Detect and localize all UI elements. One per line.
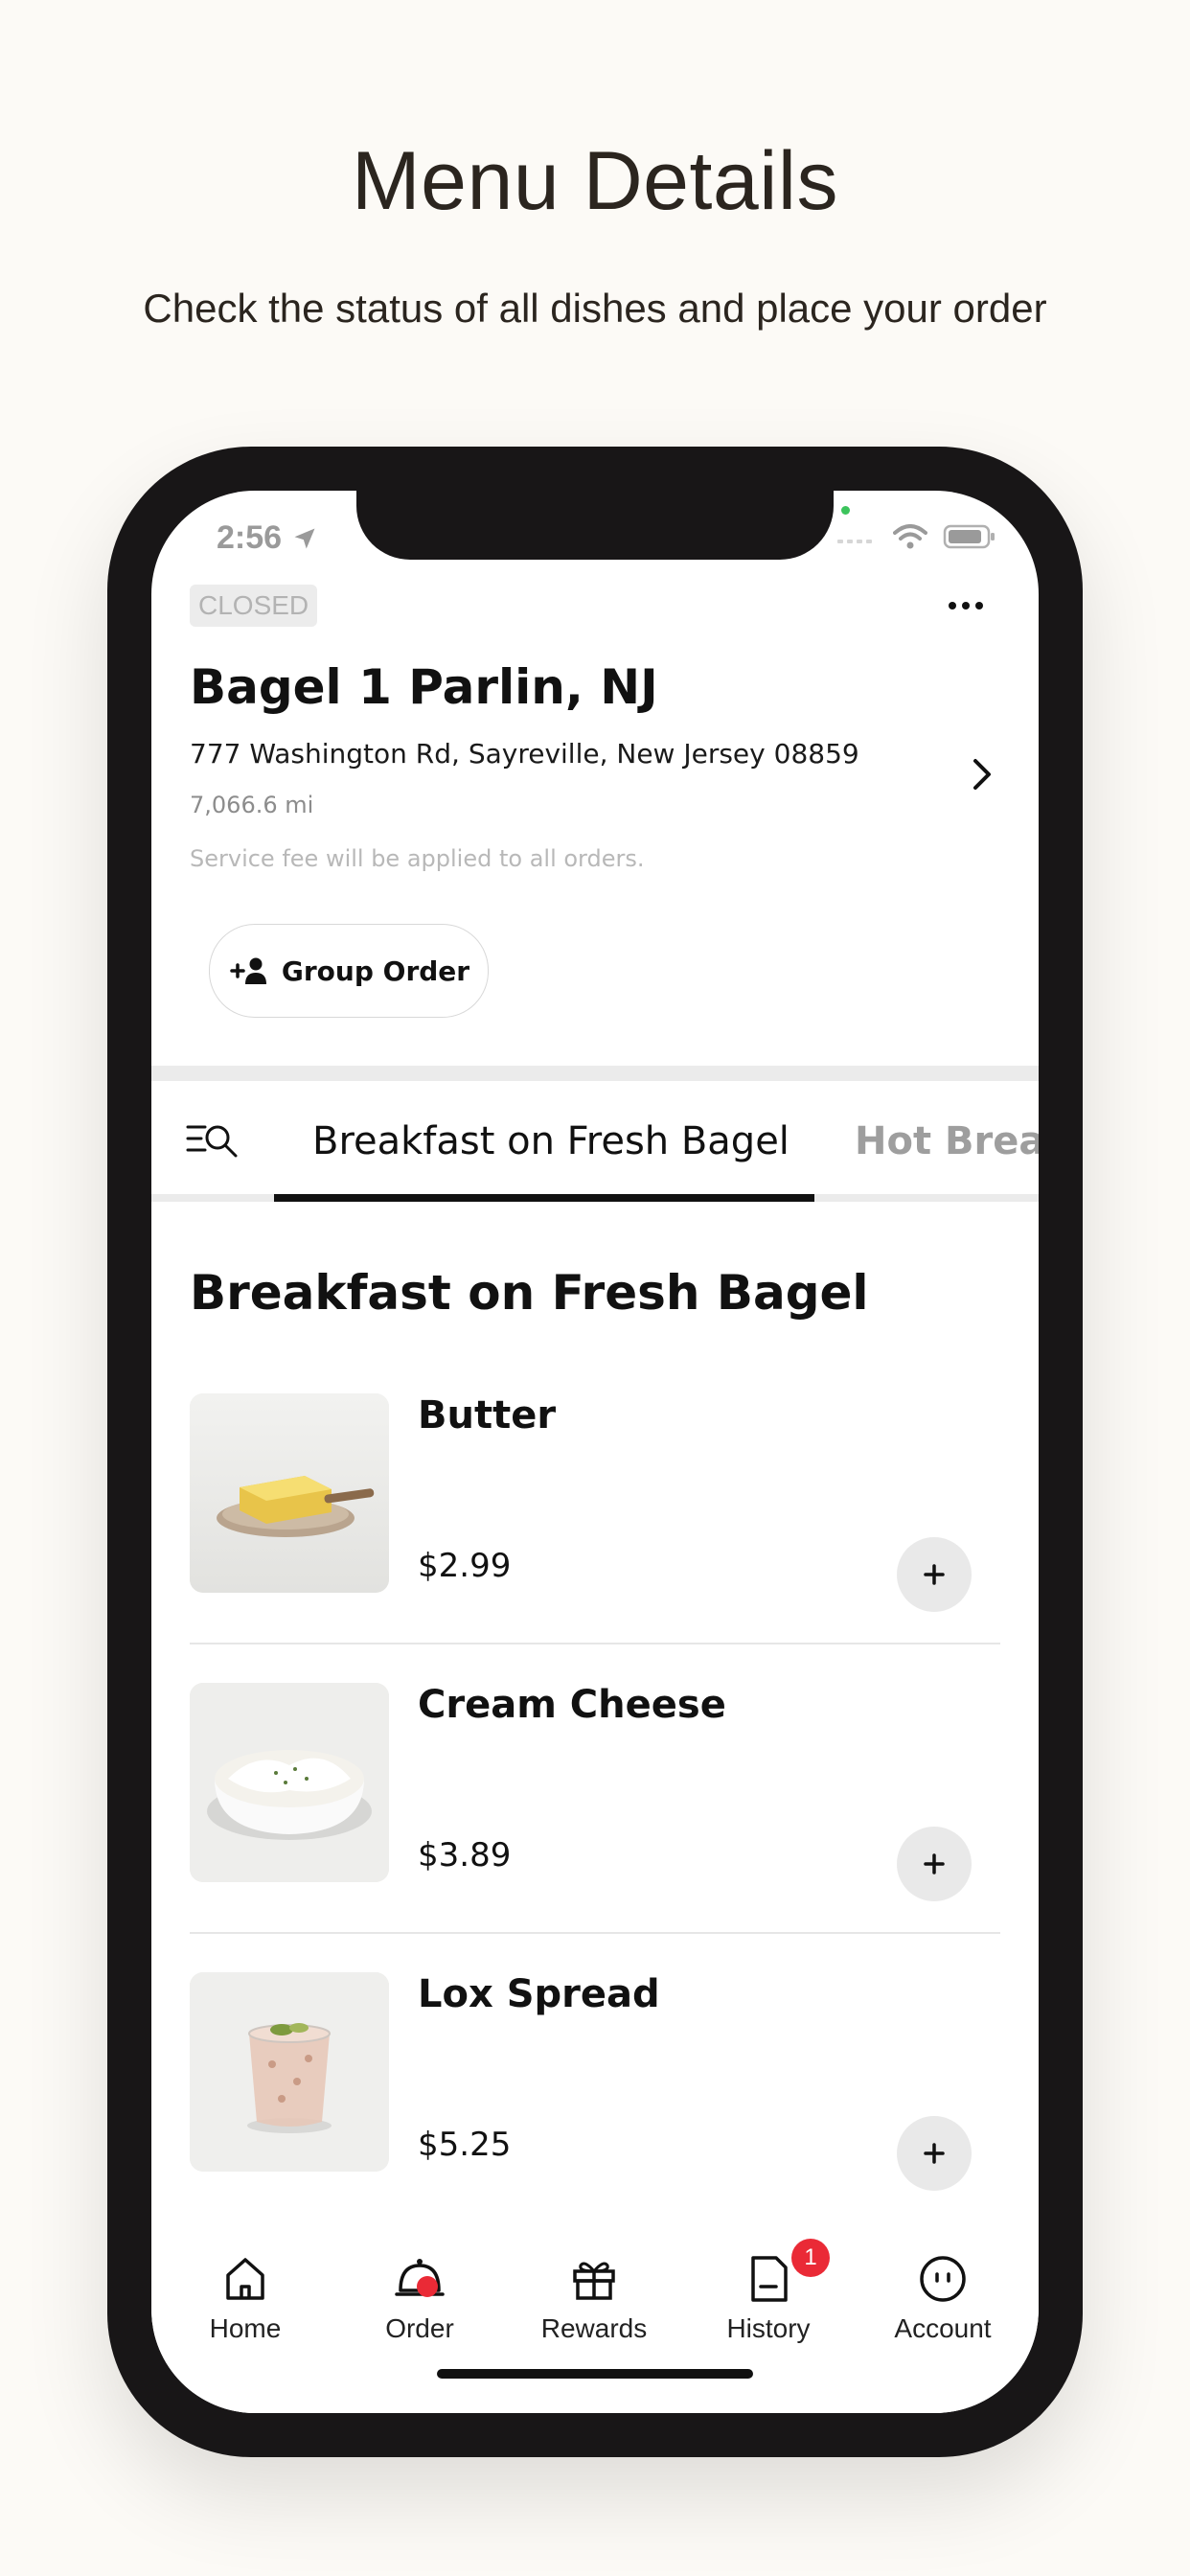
phone-frame: 2:56 CLOSED Bagel 1 Parlin, NJ 777 Washi… <box>107 447 1083 2457</box>
tab-hot-breakfast[interactable]: Hot Break <box>855 1119 1039 1163</box>
item-name: Butter <box>418 1393 557 1438</box>
home-indicator[interactable] <box>437 2369 753 2379</box>
group-order-label: Group Order <box>281 954 470 987</box>
plus-icon <box>924 1853 945 1874</box>
privacy-indicator <box>841 506 850 515</box>
service-fee-note: Service fee will be applied to all order… <box>190 845 645 872</box>
notification-badge: 1 <box>791 2239 830 2277</box>
gift-icon <box>573 2262 615 2300</box>
nav-label: Order <box>385 2313 454 2343</box>
item-price: $3.89 <box>418 1836 512 1874</box>
group-order-button[interactable]: Group Order <box>209 924 489 1018</box>
notch <box>356 491 834 560</box>
menu-search-icon[interactable] <box>186 1119 240 1162</box>
home-icon <box>226 2258 264 2300</box>
account-face-icon <box>920 2256 966 2302</box>
status-icons <box>835 523 996 550</box>
chevron-right-icon[interactable] <box>968 755 996 794</box>
order-cloche-icon <box>395 2259 445 2297</box>
more-dot-icon <box>949 602 956 610</box>
item-name: Cream Cheese <box>418 1683 726 1727</box>
store-name: Bagel 1 Parlin, NJ <box>190 659 658 715</box>
nav-home[interactable]: Home <box>159 2252 332 2344</box>
nav-label: Account <box>894 2313 992 2343</box>
item-name: Lox Spread <box>418 1972 660 2016</box>
battery-icon <box>943 524 995 549</box>
item-price: $5.25 <box>418 2126 512 2164</box>
butter-illustration <box>190 1393 389 1593</box>
phone-screen: 2:56 CLOSED Bagel 1 Parlin, NJ 777 Washi… <box>151 491 1039 2413</box>
more-dot-icon <box>962 602 970 610</box>
section-divider <box>151 1066 1039 1081</box>
tab-breakfast-on-fresh-bagel[interactable]: Breakfast on Fresh Bagel <box>312 1119 790 1163</box>
active-tab-indicator <box>274 1194 814 1202</box>
cream-cheese-image <box>190 1683 389 1882</box>
item-divider <box>190 1643 1000 1644</box>
receipt-icon <box>751 2256 788 2302</box>
wifi-icon <box>893 524 927 549</box>
store-distance: 7,066.6 mi <box>190 792 314 818</box>
status-time: 2:56 <box>217 519 318 557</box>
page-subtitle: Check the status of all dishes and place… <box>143 286 1047 331</box>
plus-icon <box>924 1564 945 1585</box>
page-title: Menu Details <box>352 135 838 227</box>
menu-item[interactable]: Cream Cheese $3.89 <box>190 1683 1000 1972</box>
nav-label: Home <box>209 2313 282 2343</box>
signal-icon <box>837 540 872 543</box>
add-person-icon <box>230 957 266 984</box>
store-status-badge: CLOSED <box>190 585 318 627</box>
nav-label: Rewards <box>540 2313 648 2343</box>
more-options-button[interactable] <box>937 586 995 625</box>
item-divider <box>190 1932 1000 1934</box>
menu-section-title: Breakfast on Fresh Bagel <box>190 1265 869 1321</box>
butter-image <box>190 1393 389 1593</box>
plus-icon <box>924 2143 945 2164</box>
store-address[interactable]: 777 Washington Rd, Sayreville, New Jerse… <box>190 738 859 770</box>
location-arrow-icon <box>294 528 315 548</box>
add-to-cart-button[interactable] <box>897 2116 972 2191</box>
lox-spread-image <box>190 1972 389 2172</box>
add-to-cart-button[interactable] <box>897 1827 972 1901</box>
item-price: $2.99 <box>418 1547 512 1585</box>
nav-account[interactable]: Account <box>857 2252 1029 2344</box>
cream-cheese-illustration <box>190 1683 389 1882</box>
nav-order[interactable]: Order <box>333 2252 506 2344</box>
menu-item[interactable]: Butter $2.99 <box>190 1393 1000 1683</box>
nav-label: History <box>726 2313 811 2343</box>
nav-history[interactable]: 1 History <box>682 2239 855 2344</box>
nav-rewards[interactable]: Rewards <box>508 2252 680 2344</box>
status-time-text: 2:56 <box>217 519 283 556</box>
add-to-cart-button[interactable] <box>897 1537 972 1612</box>
more-dot-icon <box>975 602 983 610</box>
lox-spread-illustration <box>190 1972 389 2172</box>
